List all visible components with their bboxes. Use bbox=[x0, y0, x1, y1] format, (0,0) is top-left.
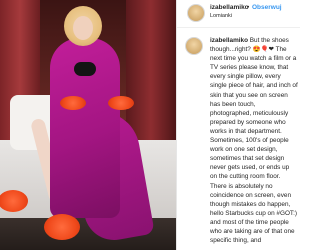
caption-text: izabellamiko But the shoes though...righ… bbox=[210, 36, 298, 245]
face bbox=[73, 16, 93, 40]
sleeve-fluff-right bbox=[108, 96, 134, 110]
bra bbox=[74, 62, 96, 76]
username-link[interactable]: izabellamiko bbox=[210, 4, 249, 11]
caption-avatar[interactable] bbox=[185, 37, 203, 55]
separator-dot: • bbox=[247, 4, 250, 11]
post-header: izabellamiko • Obserwuj Lomianki bbox=[177, 0, 300, 28]
location-link[interactable]: Lomianki bbox=[210, 13, 232, 19]
avatar[interactable] bbox=[187, 4, 205, 22]
follow-button[interactable]: Obserwuj bbox=[252, 4, 282, 11]
slipper-right bbox=[44, 214, 80, 240]
caption-area: izabellamiko But the shoes though...righ… bbox=[177, 28, 300, 245]
curtain-right bbox=[126, 0, 176, 150]
sleeve-fluff-left bbox=[60, 96, 86, 110]
post-side-panel: izabellamiko • Obserwuj Lomianki izabell… bbox=[176, 0, 300, 250]
caption-username[interactable]: izabellamiko bbox=[210, 37, 248, 44]
post-photo[interactable] bbox=[0, 0, 176, 250]
caption-body: But the shoes though...right? 😍🎈❤ The ne… bbox=[210, 37, 298, 245]
